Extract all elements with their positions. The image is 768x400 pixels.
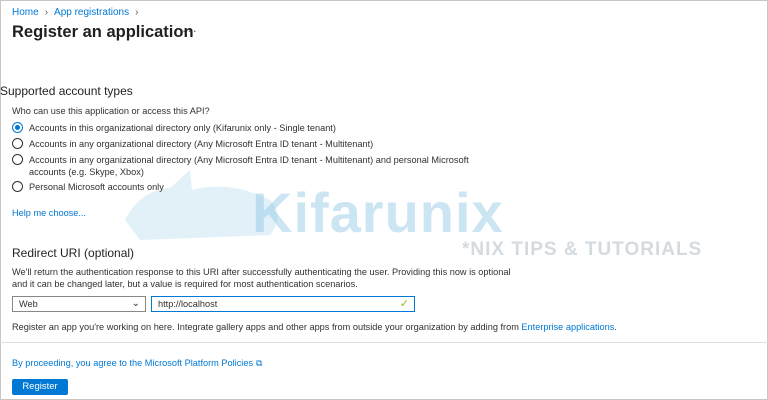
account-types-question: Who can use this application or access t… [12,106,210,116]
account-type-label: Accounts in any organizational directory… [29,155,469,177]
account-type-option-personal[interactable]: Personal Microsoft accounts only [12,181,164,193]
redirect-uri-description: We'll return the authentication response… [12,267,511,289]
radio-unselected-icon[interactable] [12,154,23,165]
register-app-note: Register an app you're working on here. … [12,322,617,332]
external-link-icon: ⧉ [256,358,263,368]
platform-select-value: Web [19,299,38,309]
redirect-uri-input[interactable]: http://localhost ✓ [151,296,415,312]
register-app-note-end: . [614,322,617,332]
register-app-note-text: Register an app you're working on here. … [12,322,522,332]
account-types-heading: Supported account types [0,84,133,98]
breadcrumb: Home › App registrations › [12,7,138,18]
account-type-label: Personal Microsoft accounts only [29,182,164,192]
account-type-option-multitenant-personal[interactable]: Accounts in any organizational directory… [12,154,512,178]
account-type-option-single-tenant[interactable]: Accounts in this organizational director… [12,122,336,134]
radio-unselected-icon[interactable] [12,138,23,149]
enterprise-applications-link[interactable]: Enterprise applications [521,322,614,332]
register-button[interactable]: Register [12,379,68,395]
chevron-right-icon: › [135,7,139,18]
breadcrumb-home[interactable]: Home [12,7,39,18]
chevron-down-icon: ⌄ [131,298,140,309]
help-me-choose-link[interactable]: Help me choose... [12,208,86,218]
platform-select[interactable]: Web ⌄ [12,296,146,312]
radio-unselected-icon[interactable] [12,181,23,192]
account-type-label: Accounts in this organizational director… [29,123,336,133]
account-type-option-multitenant[interactable]: Accounts in any organizational directory… [12,138,373,150]
checkmark-icon: ✓ [399,298,409,310]
more-options-button[interactable]: ··· [182,23,198,38]
redirect-uri-heading: Redirect URI (optional) [12,246,135,260]
account-type-label: Accounts in any organizational directory… [29,139,374,149]
platform-policies-link[interactable]: By proceeding, you agree to the Microsof… [12,358,262,369]
chevron-right-icon: › [44,7,49,18]
radio-selected-icon[interactable] [12,122,23,133]
platform-policies-text: By proceeding, you agree to the Microsof… [12,358,254,368]
window-frame [0,0,768,400]
breadcrumb-app-registrations[interactable]: App registrations [54,7,129,18]
footer-divider [0,342,768,343]
page-title: Register an application [12,23,194,41]
redirect-uri-value: http://localhost [158,299,218,309]
